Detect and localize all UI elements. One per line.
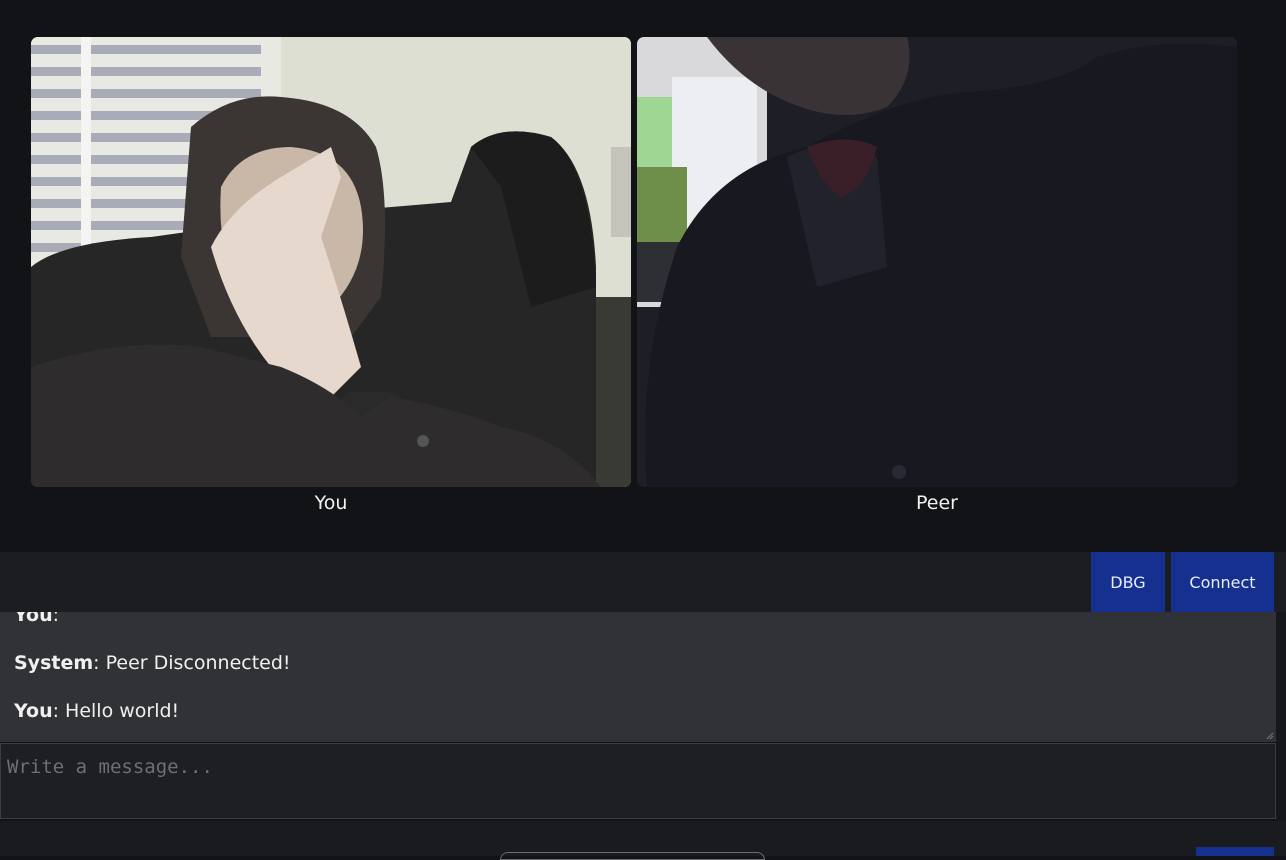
chat-message-sender: You [14, 612, 53, 626]
local-video [31, 37, 631, 487]
footer-tab[interactable] [500, 852, 765, 860]
chat-message: You: [14, 612, 59, 626]
footer [0, 821, 1286, 856]
local-video-frame [31, 37, 631, 487]
page-scroll-edge [1276, 612, 1286, 821]
message-composer [0, 743, 1276, 819]
remote-video-frame [637, 37, 1237, 487]
connect-button[interactable]: Connect [1171, 552, 1274, 612]
debug-button[interactable]: DBG [1091, 552, 1165, 612]
remote-video-label: Peer [916, 492, 958, 514]
video-area: You Peer [0, 0, 1286, 552]
chat-message: System: Peer Disconnected! [14, 652, 291, 674]
chat-message-sender: System [14, 652, 94, 674]
resize-grip-icon[interactable] [1266, 732, 1274, 740]
chat-message-sender: You [14, 700, 53, 722]
chat-message: You: Hello world! [14, 700, 180, 722]
message-input[interactable] [1, 744, 1275, 818]
chat-message-text: Peer Disconnected! [99, 652, 291, 674]
remote-video [637, 37, 1237, 487]
chat-message-text: Hello world! [59, 700, 180, 722]
chat-log[interactable]: You: System: Peer Disconnected! You: Hel… [0, 612, 1276, 742]
local-video-label: You [314, 492, 348, 514]
footer-send-button[interactable] [1196, 847, 1274, 856]
